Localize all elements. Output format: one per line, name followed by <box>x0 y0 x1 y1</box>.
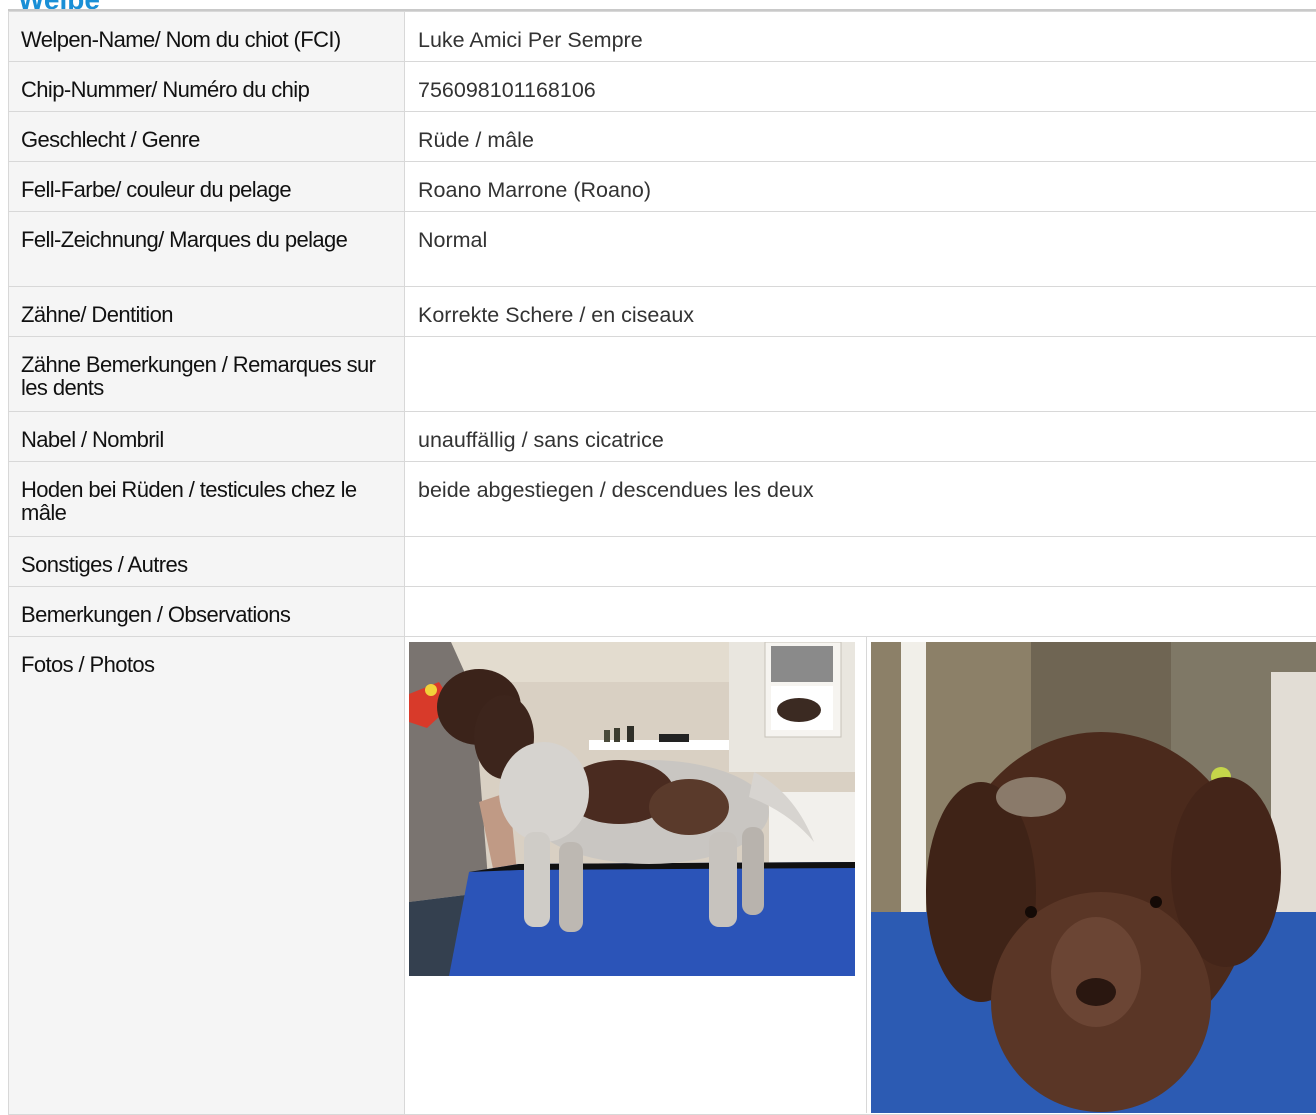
row-value: Korrekte Schere / en ciseaux <box>404 286 1316 337</box>
table-row: Sonstiges / Autres <box>8 536 1316 587</box>
row-label: Fell-Farbe/ couleur du pelage <box>8 161 405 212</box>
table-row: Welpen-Name/ Nom du chiot (FCI) Luke Ami… <box>8 11 1316 62</box>
table-row: Nabel / Nombril unauffällig / sans cicat… <box>8 411 1316 462</box>
photo-gallery <box>405 637 1316 1113</box>
photos-cell <box>404 636 1316 1115</box>
table-row: Zähne/ Dentition Korrekte Schere / en ci… <box>8 286 1316 337</box>
table-row: Hoden bei Rüden / testicules chez le mâl… <box>8 461 1316 537</box>
table-row: Fell-Farbe/ couleur du pelage Roano Marr… <box>8 161 1316 212</box>
row-label: Nabel / Nombril <box>8 411 405 462</box>
row-value: 756098101168106 <box>404 61 1316 112</box>
photo-frame <box>405 637 867 1113</box>
row-label: Fotos / Photos <box>8 636 405 1115</box>
row-value: beide abgestiegen / descendues les deux <box>404 461 1316 537</box>
row-label: Bemerkungen / Observations <box>8 586 405 637</box>
row-value <box>404 586 1316 637</box>
row-value: Luke Amici Per Sempre <box>404 11 1316 62</box>
row-label: Hoden bei Rüden / testicules chez le mâl… <box>8 461 405 537</box>
row-label: Chip-Nummer/ Numéro du chip <box>8 61 405 112</box>
table-row: Chip-Nummer/ Numéro du chip 756098101168… <box>8 61 1316 112</box>
row-value <box>404 536 1316 587</box>
table-row: Geschlecht / Genre Rüde / mâle <box>8 111 1316 162</box>
row-label: Geschlecht / Genre <box>8 111 405 162</box>
table-row: Bemerkungen / Observations <box>8 586 1316 637</box>
row-label: Zähne/ Dentition <box>8 286 405 337</box>
row-label: Fell-Zeichnung/ Marques du pelage <box>8 211 405 287</box>
puppy-standing-photo[interactable] <box>409 642 855 976</box>
table-row: Fell-Zeichnung/ Marques du pelage Normal <box>8 211 1316 287</box>
puppy-face-photo[interactable] <box>871 642 1316 1113</box>
row-value: unauffällig / sans cicatrice <box>404 411 1316 462</box>
row-label: Sonstiges / Autres <box>8 536 405 587</box>
puppy-info-table: Welpen-Name/ Nom du chiot (FCI) Luke Ami… <box>8 11 1316 1115</box>
table-row: Fotos / Photos <box>8 636 1316 1115</box>
photo-frame <box>867 637 1316 1113</box>
row-value <box>404 336 1316 412</box>
row-value: Normal <box>404 211 1316 287</box>
table-row: Zähne Bemerkungen / Remarques sur les de… <box>8 336 1316 412</box>
row-value: Roano Marrone (Roano) <box>404 161 1316 212</box>
row-label: Zähne Bemerkungen / Remarques sur les de… <box>8 336 405 412</box>
row-value: Rüde / mâle <box>404 111 1316 162</box>
row-label: Welpen-Name/ Nom du chiot (FCI) <box>8 11 405 62</box>
